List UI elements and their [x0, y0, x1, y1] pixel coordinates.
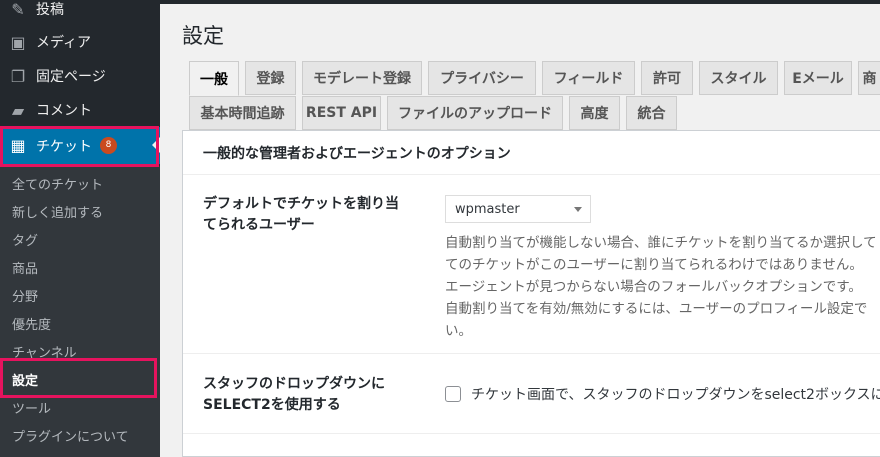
menu-item-comments[interactable]: ▰ コメント	[0, 93, 160, 127]
select2-checkbox-label: チケット画面で、スタッフのドロップダウンをselect2ボックスに切	[471, 387, 880, 403]
menu-item-label: チケット	[36, 138, 92, 155]
submenu-add-new[interactable]: 新しく追加する	[12, 202, 103, 221]
label-line: てられるユーザー	[203, 217, 315, 233]
submenu-all-tickets[interactable]: 全てのチケット	[12, 174, 103, 193]
tab-products-partial[interactable]: 商	[858, 61, 880, 95]
menu-item-label: メディア	[36, 35, 92, 51]
select2-checkbox[interactable]	[445, 386, 461, 402]
comment-icon: ▰	[11, 100, 25, 120]
label-line: SELECT2を使用する	[203, 397, 341, 413]
tab-general[interactable]: 一般	[189, 61, 239, 96]
tab-moderate-registration[interactable]: モデレート登録	[302, 61, 422, 95]
menu-item-label: コメント	[36, 103, 92, 119]
tab-fields[interactable]: フィールド	[542, 61, 635, 95]
submenu-tags[interactable]: タグ	[12, 230, 38, 249]
menu-item-media[interactable]: ▣ メディア	[0, 25, 160, 59]
media-icon: ▣	[10, 32, 26, 52]
description-line: い。	[445, 323, 472, 339]
tab-privacy[interactable]: プライバシー	[428, 61, 536, 95]
section-header: 一般的な管理者およびエージェントのオプション	[183, 131, 880, 175]
menu-item-posts[interactable]: ✎ 投稿	[0, 0, 160, 26]
description-line: てのチケットがこのユーザーに割り当てられるわけではありません。	[445, 257, 863, 273]
ticket-grid-icon: ▦	[10, 136, 26, 155]
tab-email[interactable]: Eメール	[784, 61, 852, 95]
admin-sidebar: ✎ 投稿 ▣ メディア ❐ 固定ページ ▰ コメント ▦ チケット 8 全てのチ…	[0, 0, 160, 457]
page-icon: ❐	[10, 66, 26, 86]
select-value: wpmaster	[455, 201, 520, 217]
submenu-products[interactable]: 商品	[12, 258, 38, 277]
ticket-submenu: 全てのチケット 新しく追加する タグ 商品 分野 優先度 チャンネル 設定 ツー…	[0, 166, 160, 457]
menu-item-ticket[interactable]: ▦ チケット 8	[0, 127, 160, 164]
tab-rest-api[interactable]: REST API	[302, 96, 381, 130]
tab-advanced[interactable]: 高度	[569, 96, 620, 130]
page-title: 設定	[182, 24, 224, 48]
submenu-about-plugin[interactable]: プラグインについて	[12, 426, 129, 445]
tab-time-tracking[interactable]: 基本時間追跡	[189, 96, 296, 130]
submenu-tools[interactable]: ツール	[12, 398, 51, 417]
menu-item-pages[interactable]: ❐ 固定ページ	[0, 59, 160, 93]
submenu-channel[interactable]: チャンネル	[12, 342, 77, 361]
submenu-priority[interactable]: 優先度	[12, 314, 51, 333]
admin-bar	[160, 0, 880, 4]
label-line: スタッフのドロップダウンに	[203, 376, 385, 392]
description-line: エージェントが見つからない場合のフォールバックオプションです。	[445, 279, 862, 295]
tab-style[interactable]: スタイル	[699, 61, 778, 95]
select2-label: スタッフのドロップダウンに SELECT2を使用する	[203, 374, 413, 416]
default-assignee-label: デフォルトでチケットを割り当 てられるユーザー	[203, 194, 413, 236]
tab-permissions[interactable]: 許可	[641, 61, 693, 95]
main-content: 設定 一般 登録 モデレート登録 プライバシー フィールド 許可 スタイル Eメ…	[160, 0, 880, 457]
current-menu-arrow	[152, 137, 160, 153]
label-line: デフォルトでチケットを割り当	[203, 196, 399, 212]
settings-panel: 一般的な管理者およびエージェントのオプション デフォルトでチケットを割り当 てら…	[182, 130, 880, 457]
menu-item-label: 投稿	[36, 2, 64, 18]
submenu-categories[interactable]: 分野	[12, 286, 38, 305]
description-line: 自動割り当てを有効/無効にするには、ユーザーのプロフィール設定で	[445, 301, 868, 317]
default-assignee-select[interactable]: wpmaster	[445, 195, 591, 223]
tab-integrations[interactable]: 統合	[626, 96, 677, 130]
row-divider	[183, 353, 880, 354]
chevron-down-icon	[574, 207, 582, 212]
description-line: 自動割り当てが機能しない場合、誰にチケットを割り当てるか選択して	[445, 235, 877, 251]
menu-item-label: 固定ページ	[36, 69, 106, 85]
tab-registration[interactable]: 登録	[245, 61, 296, 95]
row-divider	[183, 433, 880, 434]
ticket-count-badge: 8	[100, 137, 117, 154]
submenu-settings[interactable]: 設定	[12, 370, 38, 389]
pin-icon: ✎	[11, 0, 25, 19]
tab-file-upload[interactable]: ファイルのアップロード	[387, 96, 563, 130]
